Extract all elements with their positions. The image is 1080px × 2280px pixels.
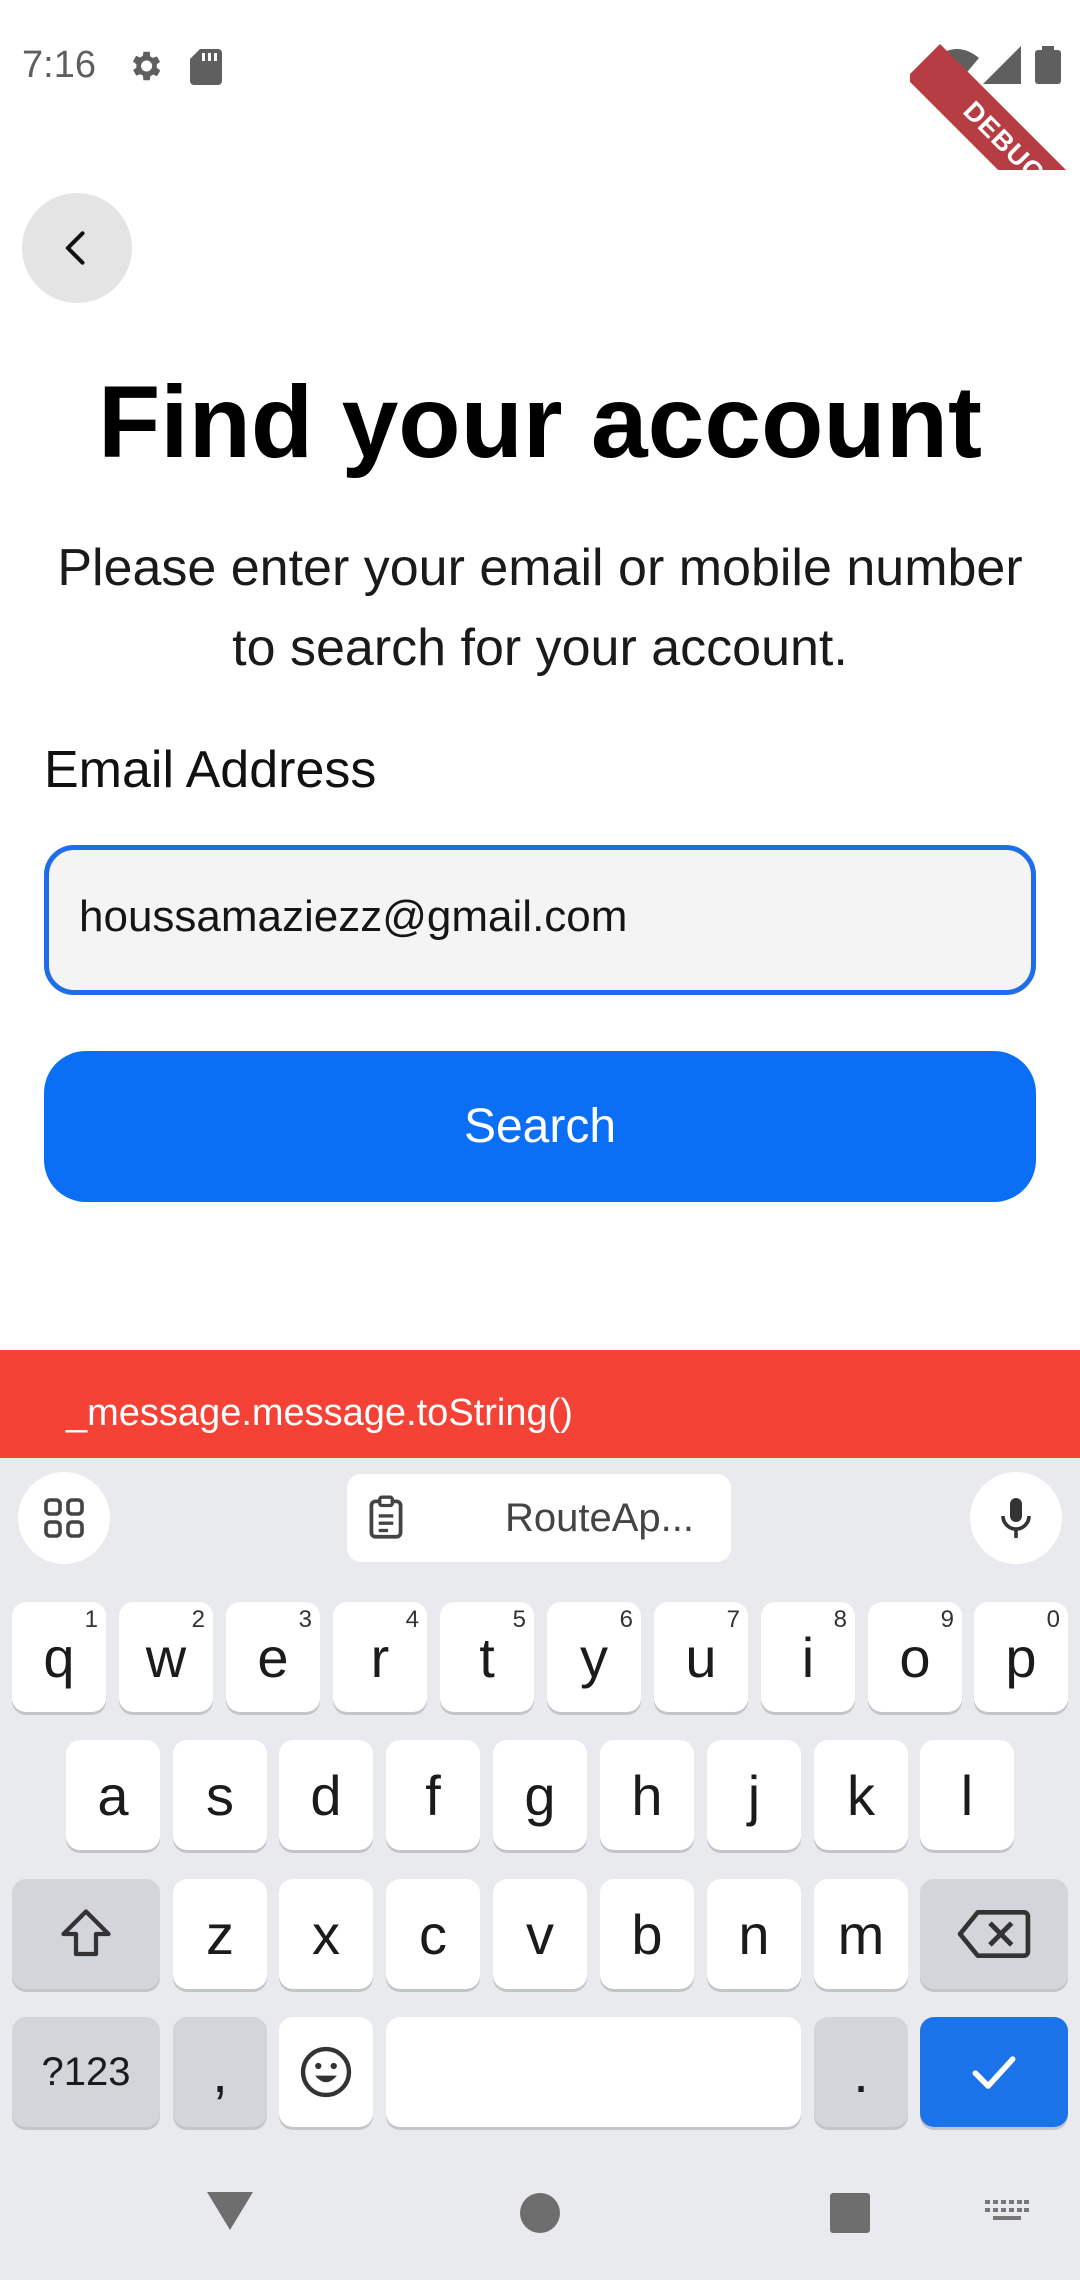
- key-i[interactable]: i8: [761, 1602, 855, 1712]
- backspace-icon: [957, 1909, 1031, 1959]
- search-button[interactable]: Search: [44, 1051, 1036, 1202]
- clipboard-icon: [369, 1495, 403, 1539]
- debug-label: DEBUG: [910, 44, 1080, 170]
- gear-icon: [132, 51, 161, 81]
- key-l[interactable]: l: [920, 1740, 1014, 1850]
- debug-banner: DEBUG: [910, 0, 1080, 170]
- enter-key[interactable]: [920, 2017, 1068, 2127]
- key-f[interactable]: f: [386, 1740, 480, 1850]
- key-o[interactable]: o9: [868, 1602, 962, 1712]
- email-label: Email Address: [44, 741, 377, 799]
- key-j[interactable]: j: [707, 1740, 801, 1850]
- email-field[interactable]: houssamaziezz@gmail.com: [44, 845, 1036, 995]
- page-subtitle: Please enter your email or mobile number…: [14, 528, 1066, 688]
- space-key[interactable]: [386, 2017, 801, 2127]
- navigation-bar: [0, 2150, 1080, 2280]
- page-title: Find your account: [97, 365, 983, 479]
- microphone-icon: [1001, 1498, 1031, 1538]
- checkmark-icon: [972, 2056, 1016, 2089]
- keyboard-switch-icon[interactable]: [985, 2200, 1029, 2226]
- key-n[interactable]: n: [707, 1879, 801, 1989]
- key-y[interactable]: y6: [547, 1602, 641, 1712]
- key-p[interactable]: p0: [974, 1602, 1068, 1712]
- emoji-icon: [300, 2046, 352, 2098]
- key-x[interactable]: x: [279, 1879, 373, 1989]
- snackbar: _message.message.toString(): [0, 1350, 1080, 1458]
- back-button[interactable]: [22, 193, 132, 303]
- apps-grid-button[interactable]: [18, 1472, 110, 1564]
- key-w[interactable]: w2: [119, 1602, 213, 1712]
- comma-key[interactable]: ,: [173, 2017, 267, 2127]
- email-value: houssamaziezz@gmail.com: [79, 892, 628, 941]
- clipboard-suggestion[interactable]: RouteAp...: [347, 1474, 731, 1562]
- key-b[interactable]: b: [600, 1879, 694, 1989]
- apps-grid-icon: [44, 1498, 84, 1538]
- status-time: 7:16: [22, 44, 96, 86]
- key-a[interactable]: a: [66, 1740, 160, 1850]
- period-key[interactable]: .: [814, 2017, 908, 2127]
- home-circle-icon[interactable]: [518, 2191, 562, 2235]
- key-s[interactable]: s: [173, 1740, 267, 1850]
- key-z[interactable]: z: [173, 1879, 267, 1989]
- backspace-key[interactable]: [920, 1879, 1068, 1989]
- clipboard-text: RouteAp...: [505, 1496, 695, 1540]
- sd-card-icon: [190, 49, 222, 85]
- subtitle-line-2: to search for your account.: [232, 619, 848, 677]
- emoji-key[interactable]: [279, 2017, 373, 2127]
- key-m[interactable]: m: [814, 1879, 908, 1989]
- recents-square-icon[interactable]: [829, 2192, 871, 2234]
- shift-key[interactable]: [12, 1879, 160, 1989]
- key-v[interactable]: v: [493, 1879, 587, 1989]
- key-e[interactable]: e3: [226, 1602, 320, 1712]
- key-g[interactable]: g: [493, 1740, 587, 1850]
- key-c[interactable]: c: [386, 1879, 480, 1989]
- key-d[interactable]: d: [279, 1740, 373, 1850]
- key-t[interactable]: t5: [440, 1602, 534, 1712]
- key-u[interactable]: u7: [654, 1602, 748, 1712]
- key-r[interactable]: r4: [333, 1602, 427, 1712]
- snackbar-message: _message.message.toString(): [66, 1392, 573, 1434]
- voice-input-button[interactable]: [970, 1472, 1062, 1564]
- chevron-left-icon: [65, 231, 85, 265]
- shift-icon: [61, 1909, 111, 1957]
- key-q[interactable]: q1: [12, 1602, 106, 1712]
- key-h[interactable]: h: [600, 1740, 694, 1850]
- key-k[interactable]: k: [814, 1740, 908, 1850]
- back-triangle-icon[interactable]: [205, 2188, 255, 2234]
- status-bar: 7:16 DEBUG: [0, 0, 1080, 170]
- symbols-key[interactable]: ?123: [12, 2017, 160, 2127]
- subtitle-line-1: Please enter your email or mobile number: [57, 539, 1023, 597]
